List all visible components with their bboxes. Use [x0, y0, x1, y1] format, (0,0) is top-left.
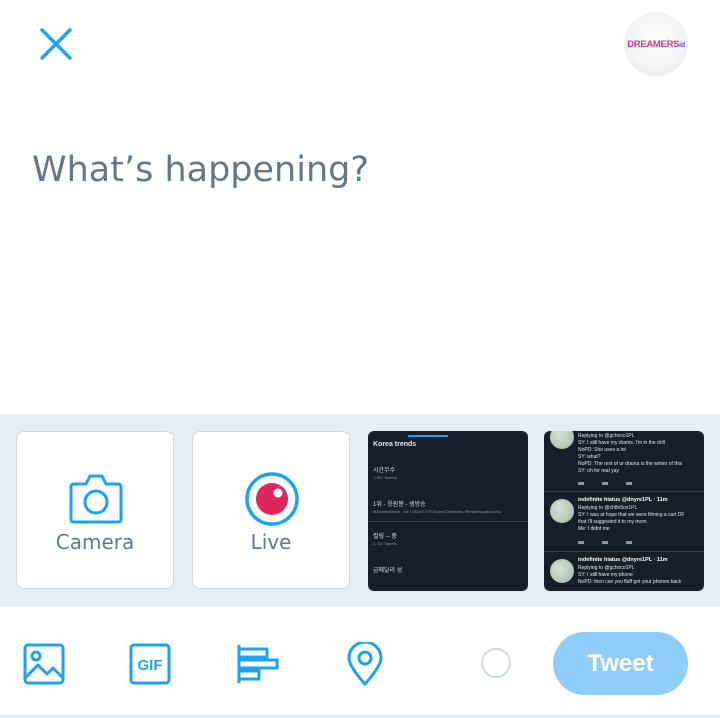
- live-icon: [245, 472, 299, 526]
- close-icon: [40, 28, 72, 60]
- trend-sub: 2,718 Tweets: [373, 541, 397, 546]
- tweet-text: Replying to @gchoco1PL SY: I still have …: [578, 433, 683, 474]
- character-counter: [481, 648, 511, 678]
- poll-icon: [237, 645, 279, 683]
- image-icon: [23, 643, 65, 685]
- divider: [368, 521, 528, 522]
- tweet-text: Replying to @gchoco1PL SY: I still have …: [578, 565, 682, 585]
- add-gif-button[interactable]: GIF: [128, 642, 172, 686]
- divider: [0, 606, 720, 607]
- avatar: [550, 499, 574, 523]
- avatar: [550, 559, 574, 583]
- gif-icon: GIF: [129, 643, 171, 685]
- close-button[interactable]: [36, 24, 76, 64]
- camera-label: Camera: [55, 530, 135, 554]
- trend-sub: #DreamyWorld - 1st TODAY! STS Korea Drea…: [373, 509, 502, 514]
- tweet-text: Replying to @ch8n5ox1PL SY: I was at hop…: [578, 505, 685, 532]
- avatar[interactable]: DREAMERSid: [624, 12, 688, 76]
- live-label: Live: [250, 530, 292, 554]
- trend-title: 시간무수: [373, 468, 396, 474]
- trend-sub: 1,357 Tweets: [373, 475, 397, 480]
- location-icon: [347, 640, 383, 686]
- divider: [544, 491, 704, 492]
- tweet-button[interactable]: Tweet: [553, 632, 688, 695]
- tweet-actions: [578, 482, 648, 485]
- divider: [544, 551, 704, 552]
- tweet-actions: [578, 541, 648, 544]
- gif-text: GIF: [138, 657, 163, 674]
- tab-indicator: [408, 435, 448, 437]
- live-button[interactable]: Live: [192, 431, 350, 589]
- tweet-author: indefinite hiatus @dnyre1PL · 11m: [578, 557, 668, 563]
- gallery-thumbnail-tweets[interactable]: Replying to @gchoco1PL SY: I still have …: [544, 431, 704, 591]
- trend-title: 1위 - 응원봉 - 생방송: [373, 502, 426, 508]
- camera-icon: [69, 474, 123, 524]
- camera-button[interactable]: Camera: [16, 431, 174, 589]
- compose-input[interactable]: What’s happening?: [32, 150, 369, 190]
- avatar: [550, 431, 574, 449]
- add-poll-button[interactable]: [236, 642, 280, 686]
- avatar-logo: DREAMERSid: [627, 38, 685, 50]
- trend-title: 컬링 -- 중: [373, 534, 397, 540]
- trend-title: 금메달리 성: [373, 568, 403, 574]
- trends-heading: Korea trends: [373, 441, 417, 448]
- add-image-button[interactable]: [22, 642, 66, 686]
- tweet-author: indefinite hiatus @dnyre1PL · 11m: [578, 497, 668, 503]
- gallery-thumbnail-trends[interactable]: Korea trends 시간무수 1,357 Tweets 1위 - 응원봉 …: [368, 431, 528, 591]
- add-location-button[interactable]: [343, 640, 387, 686]
